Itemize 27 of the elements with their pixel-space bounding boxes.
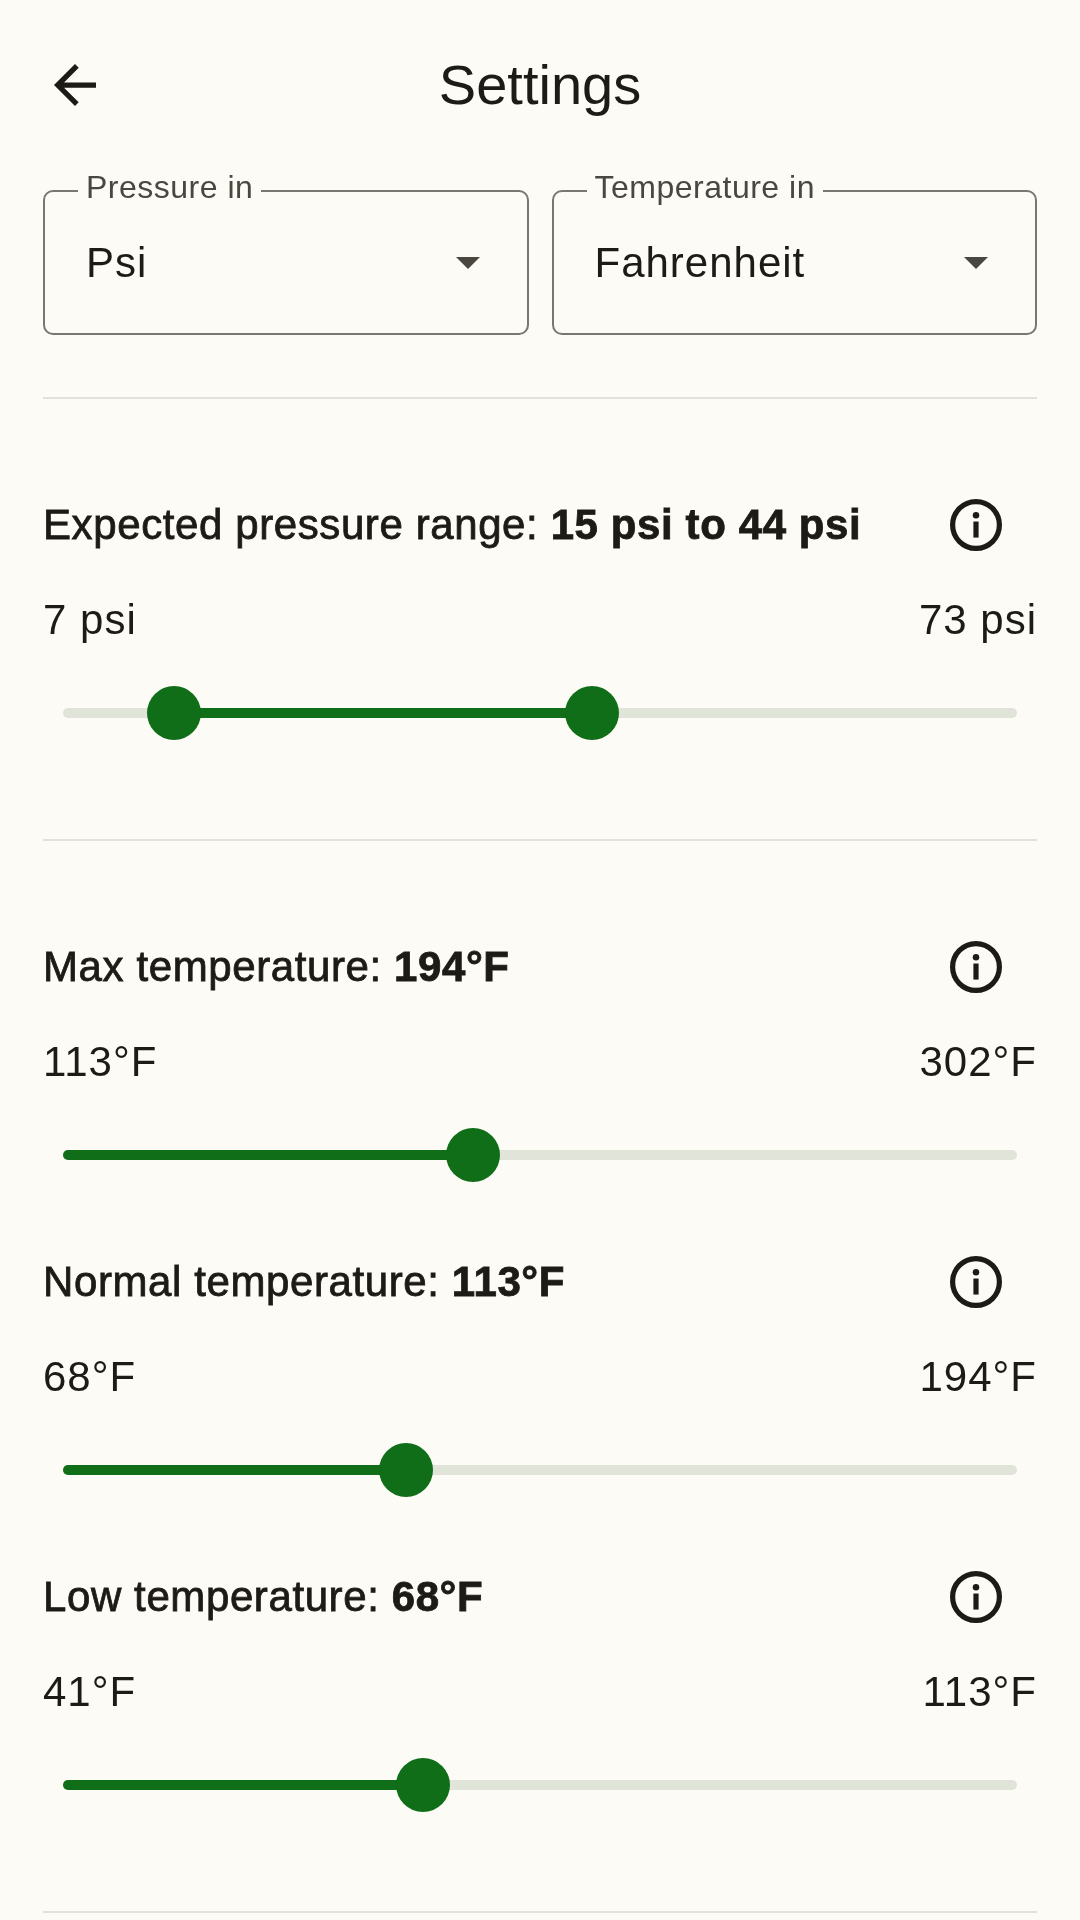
info-icon[interactable] <box>950 1256 1002 1308</box>
info-icon[interactable] <box>950 1571 1002 1623</box>
selected-value: Psi <box>86 237 148 288</box>
selected-value: Fahrenheit <box>594 237 806 288</box>
info-icon[interactable] <box>950 941 1002 993</box>
caret-icon <box>964 256 988 269</box>
setting-title: Low temperature: 68°F <box>43 1572 484 1622</box>
page-title: Settings <box>438 52 642 117</box>
range-max-label: 113°F <box>922 1667 1037 1717</box>
back-icon[interactable] <box>54 63 96 106</box>
slider-track[interactable] <box>63 686 1017 740</box>
range-min-label: 68°F <box>43 1352 137 1402</box>
range-max-label: 302°F <box>919 1037 1037 1087</box>
range-min-label: 7 psi <box>43 595 137 645</box>
range-min-label: 113°F <box>43 1037 158 1087</box>
info-icon[interactable] <box>950 499 1002 551</box>
slider-thumb[interactable] <box>395 1758 450 1812</box>
setting-title: Normal temperature: 113°F <box>43 1257 566 1307</box>
setting-title: Max temperature: 194°F <box>43 942 510 992</box>
range-max-label: 73 psi <box>918 595 1037 645</box>
range-min-label: 41°F <box>43 1667 137 1717</box>
range-max-label: 194°F <box>919 1352 1037 1402</box>
slider-track[interactable] <box>63 1128 1017 1182</box>
setting-title: Expected pressure range: 15 psi to 44 psi <box>43 500 862 550</box>
slider-track[interactable] <box>63 1758 1017 1812</box>
caret-icon <box>455 256 480 269</box>
slider-track[interactable] <box>63 1443 1017 1497</box>
